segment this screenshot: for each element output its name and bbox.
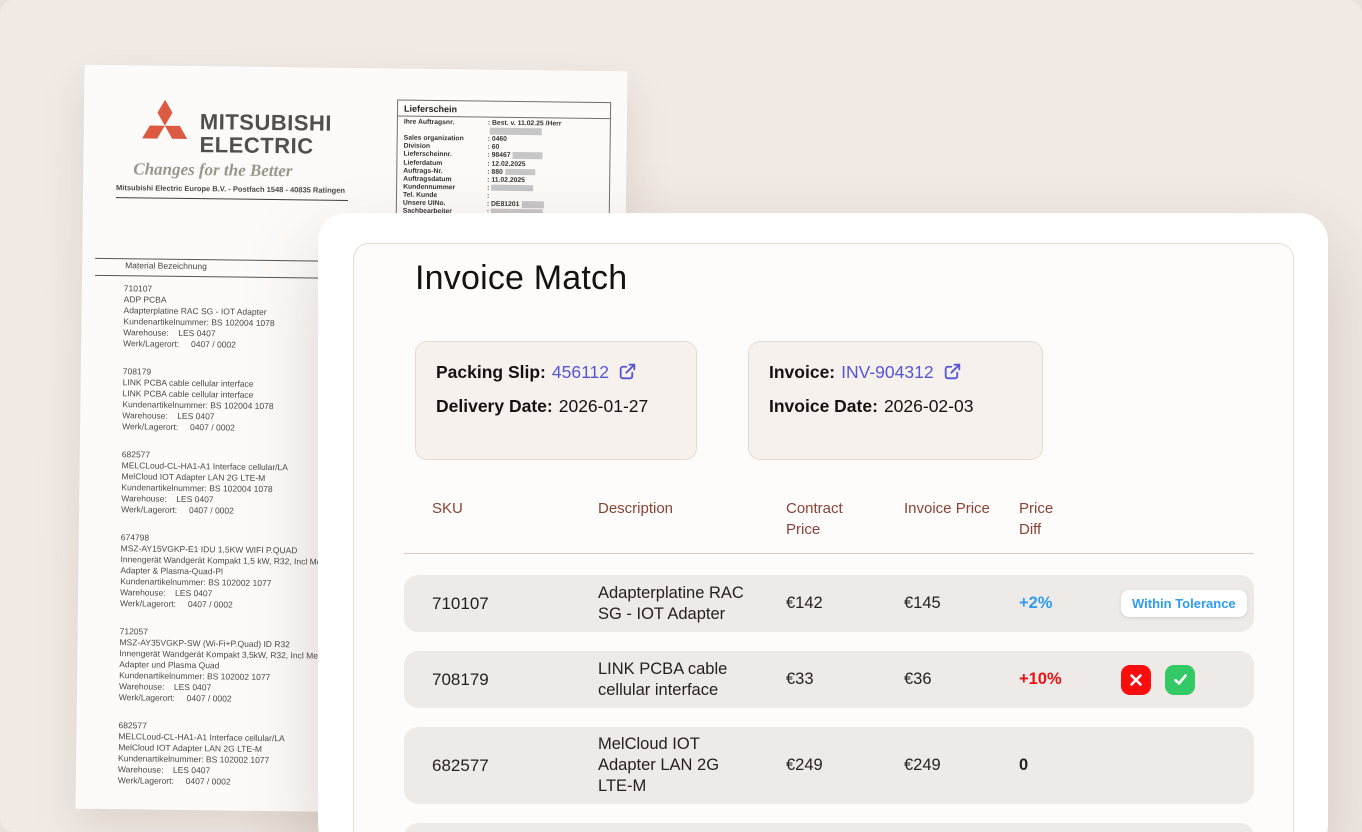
cell-price-diff: 0: [1019, 756, 1121, 775]
redacted-block: [491, 185, 533, 192]
cell-invoice-price: €249: [904, 756, 1019, 775]
invoice-match-panel: Invoice Match Packing Slip: 456112 Delive…: [353, 243, 1294, 832]
cell-invoice-price: €36: [904, 670, 1019, 689]
redacted-block: [521, 201, 543, 208]
approve-button[interactable]: [1165, 665, 1195, 695]
external-link-icon[interactable]: [618, 360, 637, 391]
redacted-block: [490, 128, 542, 135]
table-row-partial: [404, 823, 1254, 832]
header-divider: [404, 553, 1254, 554]
column-header-sku: SKU: [432, 498, 598, 519]
column-header-contract-price: Contract Price: [786, 498, 904, 540]
status-badge: Within Tolerance: [1121, 590, 1247, 617]
app-background: MITSUBISHI ELECTRIC Changes for the Bett…: [0, 0, 1362, 832]
page-title: Invoice Match: [415, 256, 627, 300]
cell-description: MelCloud IOT Adapter LAN 2G LTE-M: [598, 734, 786, 797]
sender-address-line: Mitsubishi Electric Europe B.V. - Postfa…: [116, 183, 348, 201]
cell-invoice-price: €145: [904, 594, 1019, 613]
invoice-label: Invoice:: [769, 362, 835, 382]
external-link-icon[interactable]: [943, 360, 962, 391]
check-icon: [1173, 672, 1188, 687]
cell-price-diff: +10%: [1019, 670, 1121, 689]
cell-contract-price: €33: [786, 670, 904, 689]
document-cards: Packing Slip: 456112 Delivery Date: 2026-0…: [415, 341, 1043, 460]
column-header-invoice-price: Invoice Price: [904, 498, 1019, 519]
delivery-date-value: 2026-01-27: [559, 396, 649, 416]
line-items-table: SKU Description Contract Price Invoice P…: [404, 498, 1254, 832]
cell-sku: 710107: [432, 594, 598, 614]
invoice-card: Invoice: INV-904312 Invoice Date: 2026-02-…: [748, 341, 1043, 460]
table-row: 682577 MelCloud IOT Adapter LAN 2G LTE-M…: [404, 727, 1254, 804]
invoice-link[interactable]: INV-904312: [841, 362, 933, 382]
delivery-date-label: Delivery Date:: [436, 396, 553, 416]
lieferschein-fields: Ihre Auftragsnr.: Best. v. 11.02.25 /Her…: [397, 117, 610, 229]
brand-name: MITSUBISHI ELECTRIC: [199, 110, 332, 158]
cell-price-diff: +2%: [1019, 594, 1121, 613]
column-header-description: Description: [598, 498, 786, 519]
table-row: 710107 Adapterplatine RAC SG - IOT Adapt…: [404, 575, 1254, 632]
packing-slip-link[interactable]: 456112: [552, 362, 609, 382]
column-header-price-diff: Price Diff: [1019, 498, 1121, 540]
cell-contract-price: €249: [786, 756, 904, 775]
invoice-match-modal: Invoice Match Packing Slip: 456112 Delive…: [318, 213, 1328, 832]
brand-line-2: ELECTRIC: [199, 133, 331, 158]
redacted-block: [513, 152, 543, 159]
x-icon: [1129, 673, 1143, 687]
brand-tagline: Changes for the Better: [133, 159, 292, 181]
invoice-date-value: 2026-02-03: [884, 396, 974, 416]
packing-slip-label: Packing Slip:: [436, 362, 546, 382]
redacted-block: [505, 169, 535, 176]
cell-description: LINK PCBA cable cellular interface: [598, 659, 786, 701]
table-header-row: SKU Description Contract Price Invoice P…: [404, 498, 1254, 540]
mitsubishi-logo-icon: [142, 99, 189, 152]
table-row: 708179 LINK PCBA cable cellular interfac…: [404, 651, 1254, 708]
lieferschein-box: Lieferschein Ihre Auftragsnr.: Best. v. …: [396, 100, 611, 222]
packing-slip-card: Packing Slip: 456112 Delivery Date: 2026-0…: [415, 341, 697, 460]
cell-sku: 682577: [432, 756, 598, 776]
brand-line-1: MITSUBISHI: [200, 110, 332, 135]
invoice-date-label: Invoice Date:: [769, 396, 878, 416]
reject-button[interactable]: [1121, 665, 1151, 695]
cell-description: Adapterplatine RAC SG - IOT Adapter: [598, 583, 786, 625]
cell-contract-price: €142: [786, 594, 904, 613]
cell-sku: 708179: [432, 670, 598, 690]
material-column-header: Material Bezeichnung: [125, 260, 207, 271]
